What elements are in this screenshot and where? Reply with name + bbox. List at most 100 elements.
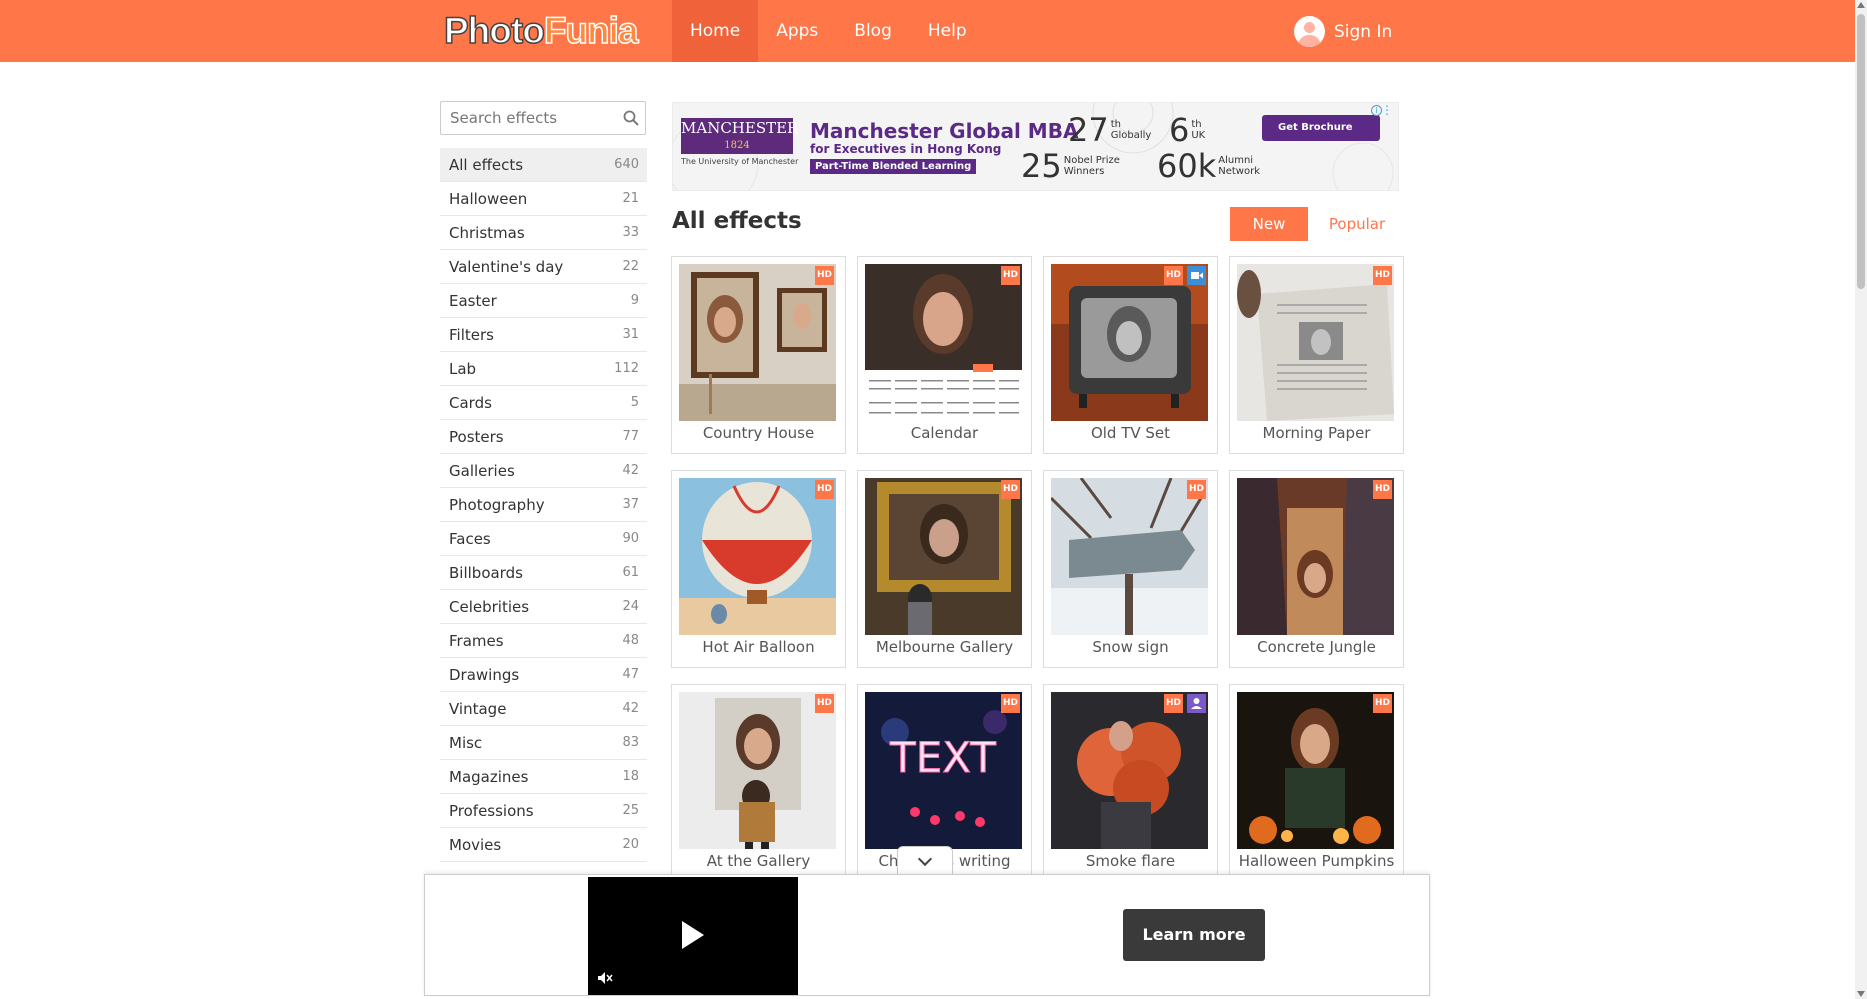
search-icon[interactable] (623, 110, 639, 126)
photofunia-logo[interactable]: Photo Funia (443, 9, 639, 52)
nav-help[interactable]: Help (910, 0, 985, 62)
effect-thumbnail (1051, 478, 1208, 635)
effect-thumbnail (1051, 264, 1208, 421)
category-item[interactable]: Magazines 18 (440, 760, 647, 794)
category-count: 22 (622, 259, 639, 274)
effect-label: Melbourne Gallery (875, 638, 1014, 656)
category-item[interactable]: Galleries 42 (440, 454, 647, 488)
effect-card-at-the-gallery[interactable]: HD At the Gallery (671, 684, 846, 882)
category-item[interactable]: Photography 37 (440, 488, 647, 522)
sign-in-label: Sign In (1334, 21, 1393, 42)
effect-thumbnail (1237, 264, 1394, 421)
manchester-logo: MANCHESTER 1824 The University of Manches… (681, 118, 799, 176)
hd-badge: HD (1373, 480, 1392, 499)
effect-card-hot-air-balloon[interactable]: HD Hot Air Balloon (671, 470, 846, 668)
effect-card-halloween-pumpkins[interactable]: HD Halloween Pumpkins (1229, 684, 1404, 882)
nav-apps[interactable]: Apps (758, 0, 836, 62)
svg-text:TEXT: TEXT (889, 733, 996, 782)
ad-video-player[interactable] (588, 877, 798, 995)
category-label: Valentine's day (449, 257, 564, 276)
ad-logo-name: MANCHESTER (681, 119, 799, 137)
logo-text-funia: Funia (543, 9, 639, 52)
category-item[interactable]: Billboards 61 (440, 556, 647, 590)
category-item[interactable]: Drawings 47 (440, 658, 647, 692)
scroll-down-icon[interactable] (1857, 991, 1865, 997)
category-item[interactable]: Misc 83 (440, 726, 647, 760)
collapse-ad-button[interactable] (897, 846, 953, 876)
effect-label: Halloween Pumpkins (1238, 852, 1395, 870)
category-count: 112 (614, 361, 639, 376)
search-box (440, 101, 646, 135)
category-count: 20 (622, 837, 639, 852)
category-count: 48 (622, 633, 639, 648)
category-label: Cards (449, 393, 492, 412)
sign-in-button[interactable]: Sign In (1294, 16, 1392, 47)
category-label: Lab (449, 359, 477, 378)
category-label: Billboards (449, 563, 523, 582)
effect-card-country-house[interactable]: HD Country House (671, 256, 846, 454)
category-item[interactable]: Halloween 21 (440, 182, 647, 216)
category-item[interactable]: Movies 20 (440, 828, 647, 862)
category-label: Posters (449, 427, 504, 446)
effect-label: Morning Paper (1262, 424, 1371, 442)
page-scrollbar[interactable] (1855, 0, 1867, 999)
category-item[interactable]: Easter 9 (440, 284, 647, 318)
category-item[interactable]: Vintage 42 (440, 692, 647, 726)
ad-stat-label: Nobel Prize Winners (1063, 155, 1120, 177)
ad-stat-label: Globally (1110, 130, 1152, 141)
effect-label: At the Gallery (706, 852, 811, 870)
search-input[interactable] (441, 102, 611, 134)
category-item[interactable]: Cards 5 (440, 386, 647, 420)
category-count: 25 (622, 803, 639, 818)
category-item[interactable]: Posters 77 (440, 420, 647, 454)
category-item[interactable]: All effects 640 (440, 148, 647, 182)
category-count: 42 (622, 701, 639, 716)
category-item[interactable]: Lab 112 (440, 352, 647, 386)
mute-icon[interactable] (597, 971, 613, 989)
ad-stat: 25 Nobel Prize Winners (1021, 147, 1124, 185)
effect-thumbnail (1051, 692, 1208, 849)
category-count: 77 (622, 429, 639, 444)
category-label: Galleries (449, 461, 515, 480)
top-header: Photo Funia Home Apps Blog Help Sign In (0, 0, 1855, 62)
category-count: 640 (614, 157, 639, 172)
category-item[interactable]: Celebrities 24 (440, 590, 647, 624)
category-label: Photography (449, 495, 545, 514)
sort-popular-button[interactable]: Popular (1318, 207, 1396, 241)
scroll-up-icon[interactable] (1857, 2, 1865, 8)
learn-more-button[interactable]: Learn more (1123, 909, 1265, 961)
effect-label: Smoke flare (1085, 852, 1176, 870)
effect-card-morning-paper[interactable]: HD Morning Paper (1229, 256, 1404, 454)
effect-card-old-tv-set[interactable]: HD Old TV Set (1043, 256, 1218, 454)
ad-banner[interactable]: MANCHESTER 1824 The University of Manches… (672, 102, 1399, 191)
category-label: Frames (449, 631, 504, 650)
sort-new-button[interactable]: New (1230, 207, 1308, 241)
ad-title: Manchester Global MBA (810, 119, 1079, 143)
category-item[interactable]: Valentine's day 22 (440, 250, 647, 284)
ad-stat: 6th UK (1169, 111, 1205, 149)
ad-get-brochure-button[interactable]: Get Brochure (1262, 115, 1380, 141)
ad-stat: 60k Alumni Network (1157, 147, 1268, 185)
category-label: Vintage (449, 699, 507, 718)
effect-card-concrete-jungle[interactable]: HD Concrete Jungle (1229, 470, 1404, 668)
play-icon[interactable] (682, 921, 704, 949)
hd-badge: HD (1001, 266, 1020, 285)
category-item[interactable]: Filters 31 (440, 318, 647, 352)
effect-thumbnail: TEXT (865, 692, 1022, 849)
category-label: Professions (449, 801, 534, 820)
scroll-thumb[interactable] (1857, 14, 1865, 289)
nav-blog[interactable]: Blog (836, 0, 910, 62)
effect-card-snow-sign[interactable]: HD Snow sign (1043, 470, 1218, 668)
category-item[interactable]: Faces 90 (440, 522, 647, 556)
ad-stat-sup: th (1191, 119, 1202, 130)
category-item[interactable]: Frames 48 (440, 624, 647, 658)
category-item[interactable]: Christmas 33 (440, 216, 647, 250)
effect-card-smoke-flare[interactable]: HD Smoke flare (1043, 684, 1218, 882)
nav-home[interactable]: Home (672, 0, 759, 62)
category-label: Easter (449, 291, 497, 310)
effect-card-melbourne-gallery[interactable]: HD Melbourne Gallery (857, 470, 1032, 668)
category-item[interactable]: Professions 25 (440, 794, 647, 828)
ad-menu-icon[interactable]: ⋮ (1381, 104, 1393, 116)
effect-card-calendar[interactable]: HD Calendar (857, 256, 1032, 454)
effect-thumbnail (865, 264, 1022, 421)
